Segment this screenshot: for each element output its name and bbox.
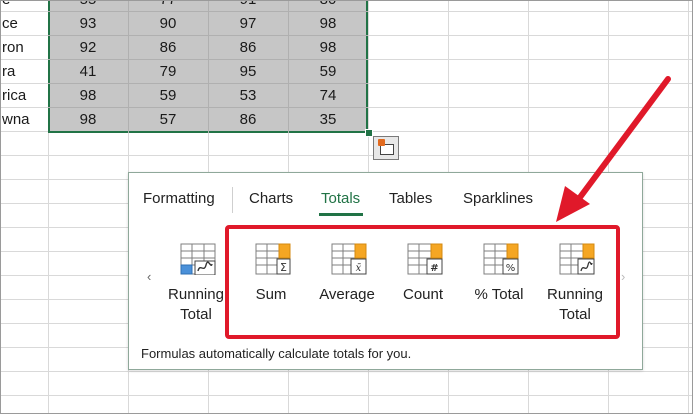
tab-tables[interactable]: Tables [389, 190, 432, 207]
panel-description: Formulas automatically calculate totals … [141, 346, 412, 361]
option-running-total-row[interactable]: Running Total [160, 241, 232, 331]
option-label: Running Total [168, 286, 224, 323]
tab-sparklines[interactable]: Sparklines [463, 190, 533, 207]
highlight-box [225, 225, 620, 339]
tab-formatting[interactable]: Formatting [143, 190, 215, 207]
tab-divider [232, 187, 233, 213]
quick-analysis-button[interactable] [373, 136, 399, 160]
scroll-left-button[interactable]: ‹ [147, 269, 151, 284]
running-total-row-icon [180, 243, 216, 275]
tab-charts[interactable]: Charts [249, 190, 293, 207]
quick-analysis-icon [378, 139, 385, 146]
tab-totals[interactable]: Totals [321, 190, 360, 207]
scroll-right-button[interactable]: › [621, 269, 625, 284]
active-tab-indicator [319, 213, 363, 216]
